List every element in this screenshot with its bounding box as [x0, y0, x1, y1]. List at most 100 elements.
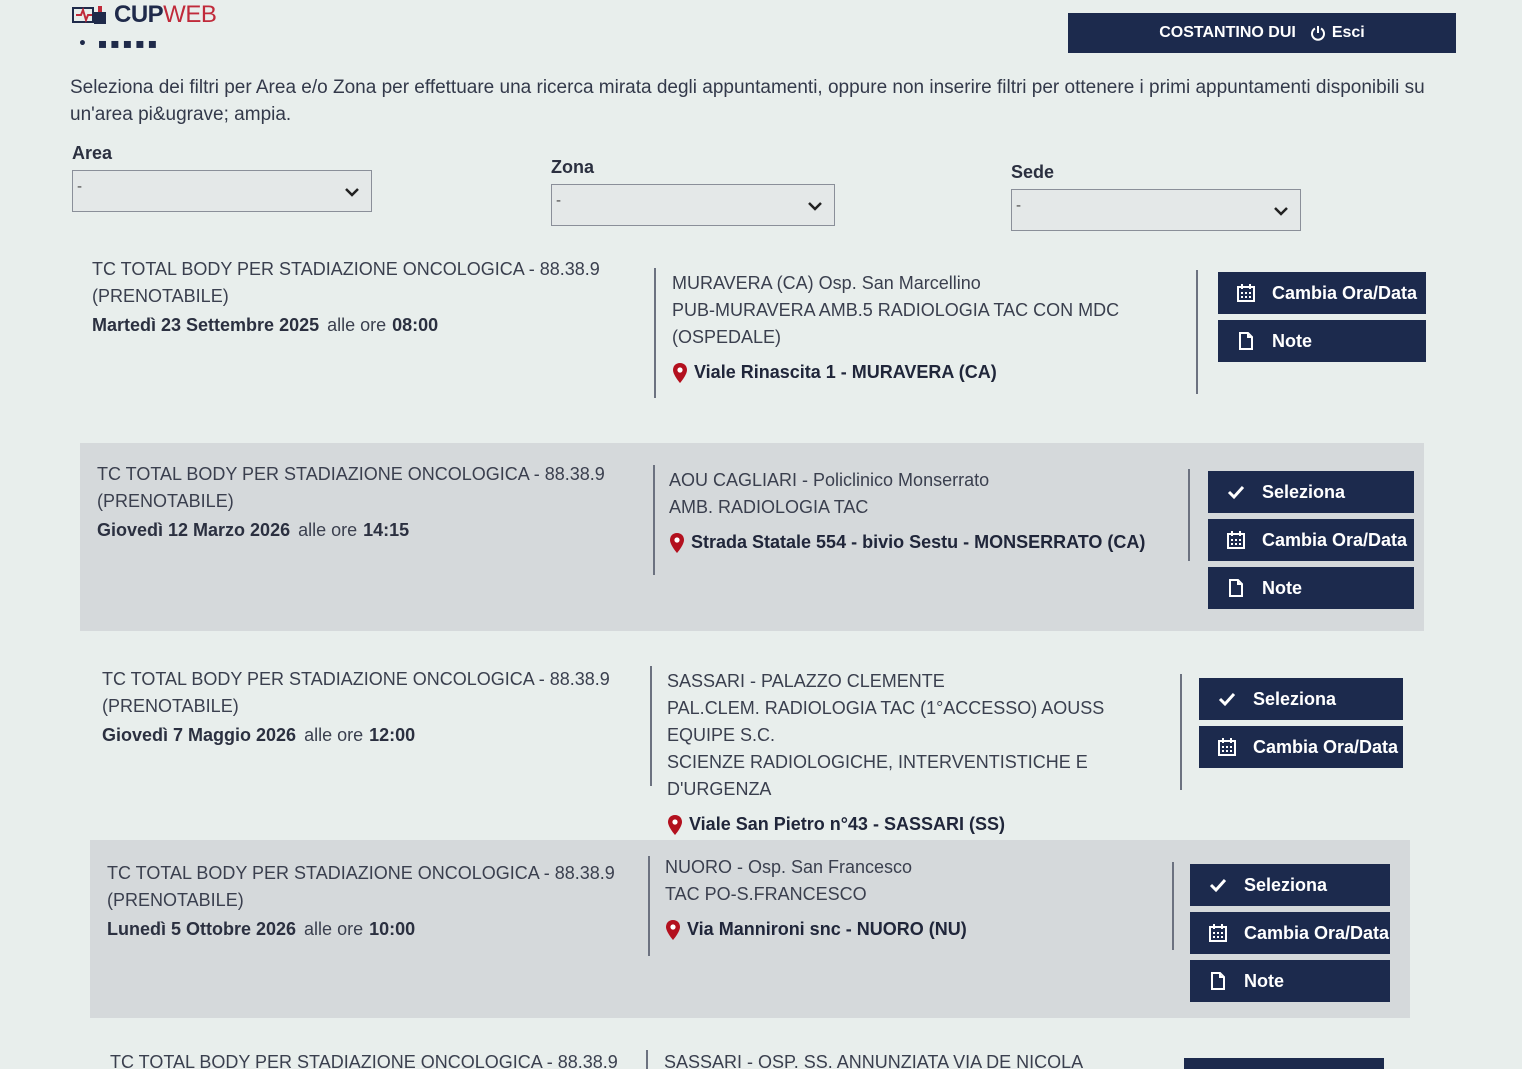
select-button[interactable]: Seleziona [1208, 471, 1414, 513]
check-icon [1209, 878, 1227, 893]
exam-title: TC TOTAL BODY PER STADIAZIONE ONCOLOGICA… [92, 259, 600, 279]
sede-select-value: - [1016, 198, 1022, 214]
appointment-date: Martedì 23 Settembre 2025 [92, 315, 320, 335]
appointment-row: TC TOTAL BODY PER STADIAZIONE ONCOLOGICA… [0, 840, 1522, 1025]
divider [654, 268, 656, 398]
logout-button[interactable]: Esci [1332, 24, 1365, 42]
place-line: TAC PO-S.FRANCESCO [665, 884, 867, 904]
place-line: (OSPEDALE) [672, 327, 782, 347]
place-info: AOU CAGLIARI - Policlinico Monserrato AM… [669, 467, 1189, 556]
place-info: NUORO - Osp. San Francesco TAC PO-S.FRAN… [665, 854, 1165, 943]
filter-sede-label: Sede [1011, 162, 1055, 182]
button-label: Cambia Ora/Data [1244, 922, 1390, 943]
change-datetime-button[interactable]: Cambia Ora/Data [1190, 912, 1390, 954]
address-text: Viale Rinascita 1 - MURAVERA (CA) [694, 362, 997, 382]
at-label: alle ore [304, 725, 364, 745]
appointment-row: TC TOTAL BODY PER STADIAZIONE ONCOLOGICA… [0, 443, 1522, 633]
logo-cup-text: CUP [114, 1, 164, 28]
place-info: MURAVERA (CA) Osp. San Marcellino PUB-MU… [672, 270, 1192, 386]
button-label: Cambia Ora/Data [1253, 736, 1399, 757]
partial-place: SASSARI - OSP. SS. ANNUNZIATA VIA DE NIC… [664, 1052, 1084, 1069]
place-address[interactable]: Viale Rinascita 1 - MURAVERA (CA) [672, 359, 1192, 386]
divider [648, 856, 650, 956]
place-info: SASSARI - PALAZZO CLEMENTE PAL.CLEM. RAD… [667, 668, 1177, 838]
notes-button[interactable]: Note [1190, 960, 1390, 1002]
document-icon [1229, 579, 1243, 597]
appointment-actions: Seleziona Cambia Ora/Data [1199, 678, 1403, 774]
area-select[interactable]: - [72, 170, 372, 212]
appointment-time: 10:00 [369, 919, 416, 939]
button-label: Seleziona [1244, 874, 1328, 895]
button-label: Note [1272, 330, 1312, 351]
button-label: Note [1244, 970, 1284, 991]
appointment-datetime: Martedì 23 Settembre 2025 alle ore 08:00 [92, 312, 632, 339]
exam-title: TC TOTAL BODY PER STADIAZIONE ONCOLOGICA… [102, 669, 610, 689]
sede-select[interactable]: - [1011, 189, 1301, 231]
address-text: Via Mannironi snc - NUORO (NU) [687, 919, 967, 939]
check-icon [1227, 485, 1245, 500]
change-datetime-button[interactable]: Cambia Ora/Data [1208, 519, 1414, 561]
appointment-actions: Seleziona Cambia Ora/Data Note [1190, 864, 1390, 1008]
place-line: AOU CAGLIARI - Policlinico Monserrato [669, 470, 990, 490]
zona-select-value: - [556, 193, 562, 209]
calendar-icon [1227, 531, 1245, 549]
notes-button[interactable]: Note [1208, 567, 1414, 609]
partial-exam-title: TC TOTAL BODY PER STADIAZIONE ONCOLOGICA… [110, 1052, 618, 1069]
chevron-down-icon [345, 188, 359, 197]
place-address[interactable]: Via Mannironi snc - NUORO (NU) [665, 916, 1165, 943]
exam-info: TC TOTAL BODY PER STADIAZIONE ONCOLOGICA… [92, 256, 632, 339]
partial-select-button[interactable] [1184, 1058, 1384, 1069]
cupweb-logo[interactable]: CUPWEB [72, 0, 217, 30]
button-label: Seleziona [1262, 481, 1346, 502]
exam-title: TC TOTAL BODY PER STADIAZIONE ONCOLOGICA… [107, 863, 615, 883]
place-line: MURAVERA (CA) Osp. San Marcellino [672, 273, 981, 293]
logo-web-text: WEB [163, 1, 217, 28]
appointment-actions: Cambia Ora/Data Note [1218, 272, 1426, 368]
appointment-date: Giovedì 7 Maggio 2026 [102, 725, 297, 745]
at-label: alle ore [298, 520, 358, 540]
appointment-time: 14:15 [363, 520, 410, 540]
divider [646, 1050, 648, 1069]
chevron-down-icon [808, 202, 822, 211]
divider [653, 465, 655, 575]
zona-select[interactable]: - [551, 184, 835, 226]
place-address[interactable]: Viale San Pietro n°43 - SASSARI (SS) [667, 811, 1177, 838]
divider [1172, 862, 1174, 950]
calendar-icon [1209, 924, 1227, 942]
at-label: alle ore [327, 315, 387, 335]
filter-area: Area - [72, 143, 372, 212]
place-line: PUB-MURAVERA AMB.5 RADIOLOGIA TAC CON MD… [672, 300, 1120, 320]
check-icon [1218, 692, 1236, 707]
map-pin-icon [673, 362, 687, 383]
address-text: Viale San Pietro n°43 - SASSARI (SS) [689, 814, 1005, 834]
cup-logo-icon [72, 6, 106, 24]
appointment-date: Giovedì 12 Marzo 2026 [97, 520, 291, 540]
divider [650, 666, 652, 786]
appointment-time: 08:00 [392, 315, 439, 335]
change-datetime-button[interactable]: Cambia Ora/Data [1199, 726, 1403, 768]
power-icon[interactable] [1310, 25, 1326, 41]
place-line: SASSARI - PALAZZO CLEMENTE [667, 671, 945, 691]
appointment-datetime: Giovedì 7 Maggio 2026 alle ore 12:00 [102, 722, 642, 749]
cupweb-page: CUPWEB • ▪▪▪▪▪ COSTANTINO DUI Esci Selez… [0, 0, 1522, 1069]
appointment-date: Lunedì 5 Ottobre 2026 [107, 919, 297, 939]
place-line: AMB. RADIOLOGIA TAC [669, 497, 869, 517]
exam-info: TC TOTAL BODY PER STADIAZIONE ONCOLOGICA… [102, 666, 642, 749]
change-datetime-button[interactable]: Cambia Ora/Data [1218, 272, 1426, 314]
exam-status: (PRENOTABILE) [92, 286, 229, 306]
divider [1188, 469, 1190, 561]
place-line: PAL.CLEM. RADIOLOGIA TAC (1°ACCESSO) AOU… [667, 698, 1105, 745]
button-label: Cambia Ora/Data [1262, 529, 1408, 550]
place-address[interactable]: Strada Statale 554 - bivio Sestu - MONSE… [669, 529, 1189, 556]
map-pin-icon [670, 532, 684, 553]
button-label: Note [1262, 577, 1302, 598]
divider [1196, 270, 1198, 394]
document-icon [1239, 332, 1253, 350]
select-button[interactable]: Seleziona [1190, 864, 1390, 906]
document-icon [1211, 972, 1225, 990]
map-pin-icon [668, 814, 682, 835]
notes-button[interactable]: Note [1218, 320, 1426, 362]
place-line: NUORO - Osp. San Francesco [665, 857, 913, 877]
select-button[interactable]: Seleziona [1199, 678, 1403, 720]
logo-tagline: • ▪▪▪▪▪ [78, 36, 161, 52]
